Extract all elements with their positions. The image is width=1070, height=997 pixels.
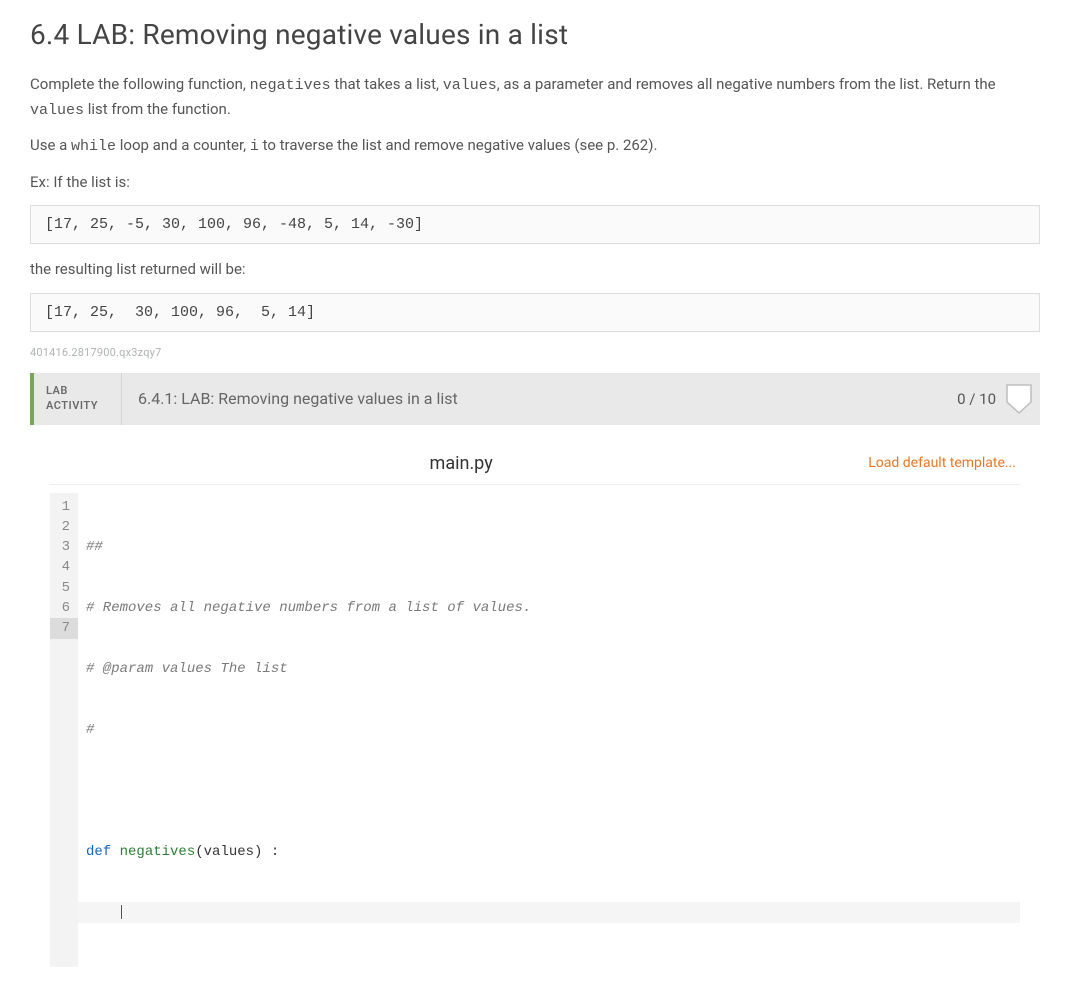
text: that takes a list, xyxy=(331,75,443,93)
text: to traverse the list and remove negative… xyxy=(259,136,658,154)
code-content[interactable]: ## # Removes all negative numbers from a… xyxy=(78,493,1020,968)
code-line[interactable]: # Removes all negative numbers from a li… xyxy=(86,598,1020,618)
text: , as a parameter and removes all negativ… xyxy=(497,75,996,93)
file-name: main.py xyxy=(54,453,868,474)
code-line[interactable]: ## xyxy=(86,537,1020,557)
comment-token: # Removes all negative numbers from a li… xyxy=(86,600,531,616)
text: Use a xyxy=(30,136,71,154)
line-number: 3 xyxy=(56,537,70,557)
code-values: values xyxy=(443,77,497,94)
code-line[interactable]: # xyxy=(86,720,1020,740)
badge-line-2: ACTIVITY xyxy=(46,399,109,413)
text: loop and a counter, xyxy=(116,136,250,154)
intro-paragraph-2: Use a while loop and a counter, i to tra… xyxy=(30,134,1040,159)
shield-icon xyxy=(1006,384,1032,414)
code-token: (values) : xyxy=(195,844,279,860)
example-label: Ex: If the list is: xyxy=(30,171,1040,194)
activity-header: LAB ACTIVITY 6.4.1: LAB: Removing negati… xyxy=(30,373,1040,425)
code-values-2: values xyxy=(30,102,84,119)
line-number-gutter: 1 2 3 4 5 6 7 xyxy=(50,493,78,968)
intro-paragraph-1: Complete the following function, negativ… xyxy=(30,73,1040,122)
code-while: while xyxy=(71,138,116,155)
line-number: 5 xyxy=(56,578,70,598)
comment-token: ## xyxy=(86,539,103,555)
activity-badge: LAB ACTIVITY xyxy=(34,373,122,425)
line-number: 4 xyxy=(56,557,70,577)
line-number: 2 xyxy=(56,517,70,537)
code-line-current[interactable] xyxy=(78,902,1020,922)
file-header: main.py Load default template... xyxy=(50,445,1020,485)
page-title: 6.4 LAB: Removing negative values in a l… xyxy=(30,18,1040,51)
text: list from the function. xyxy=(84,100,231,118)
line-number-current: 7 xyxy=(50,618,78,638)
editor-panel: main.py Load default template... 1 2 3 4… xyxy=(30,425,1040,968)
result-label: the resulting list returned will be: xyxy=(30,258,1040,281)
keyword-token: def xyxy=(86,844,120,860)
score-text: 0 / 10 xyxy=(957,390,996,408)
activity-title: 6.4.1: LAB: Removing negative values in … xyxy=(122,373,947,425)
line-number: 1 xyxy=(56,497,70,517)
activity-id: 401416.2817900.qx3zqy7 xyxy=(30,346,1040,359)
text: Complete the following function, xyxy=(30,75,250,93)
code-i: i xyxy=(250,138,259,155)
code-editor[interactable]: 1 2 3 4 5 6 7 ## # Removes all negative … xyxy=(50,493,1020,968)
code-line[interactable] xyxy=(86,781,1020,801)
function-name-token: negatives xyxy=(120,844,196,860)
example-output-block: [17, 25, 30, 100, 96, 5, 14] xyxy=(30,293,1040,332)
load-default-template-link[interactable]: Load default template... xyxy=(868,455,1016,471)
line-number: 6 xyxy=(56,598,70,618)
text-cursor xyxy=(121,905,122,919)
code-line[interactable]: # @param values The list xyxy=(86,659,1020,679)
activity-score-area: 0 / 10 xyxy=(947,373,1040,425)
comment-token: # @param values The list xyxy=(86,661,288,677)
example-input-block: [17, 25, -5, 30, 100, 96, -48, 5, 14, -3… xyxy=(30,205,1040,244)
code-negatives: negatives xyxy=(250,77,331,94)
code-line[interactable]: def negatives(values) : xyxy=(86,842,1020,862)
badge-line-1: LAB xyxy=(46,384,109,398)
comment-token: # xyxy=(86,722,94,738)
